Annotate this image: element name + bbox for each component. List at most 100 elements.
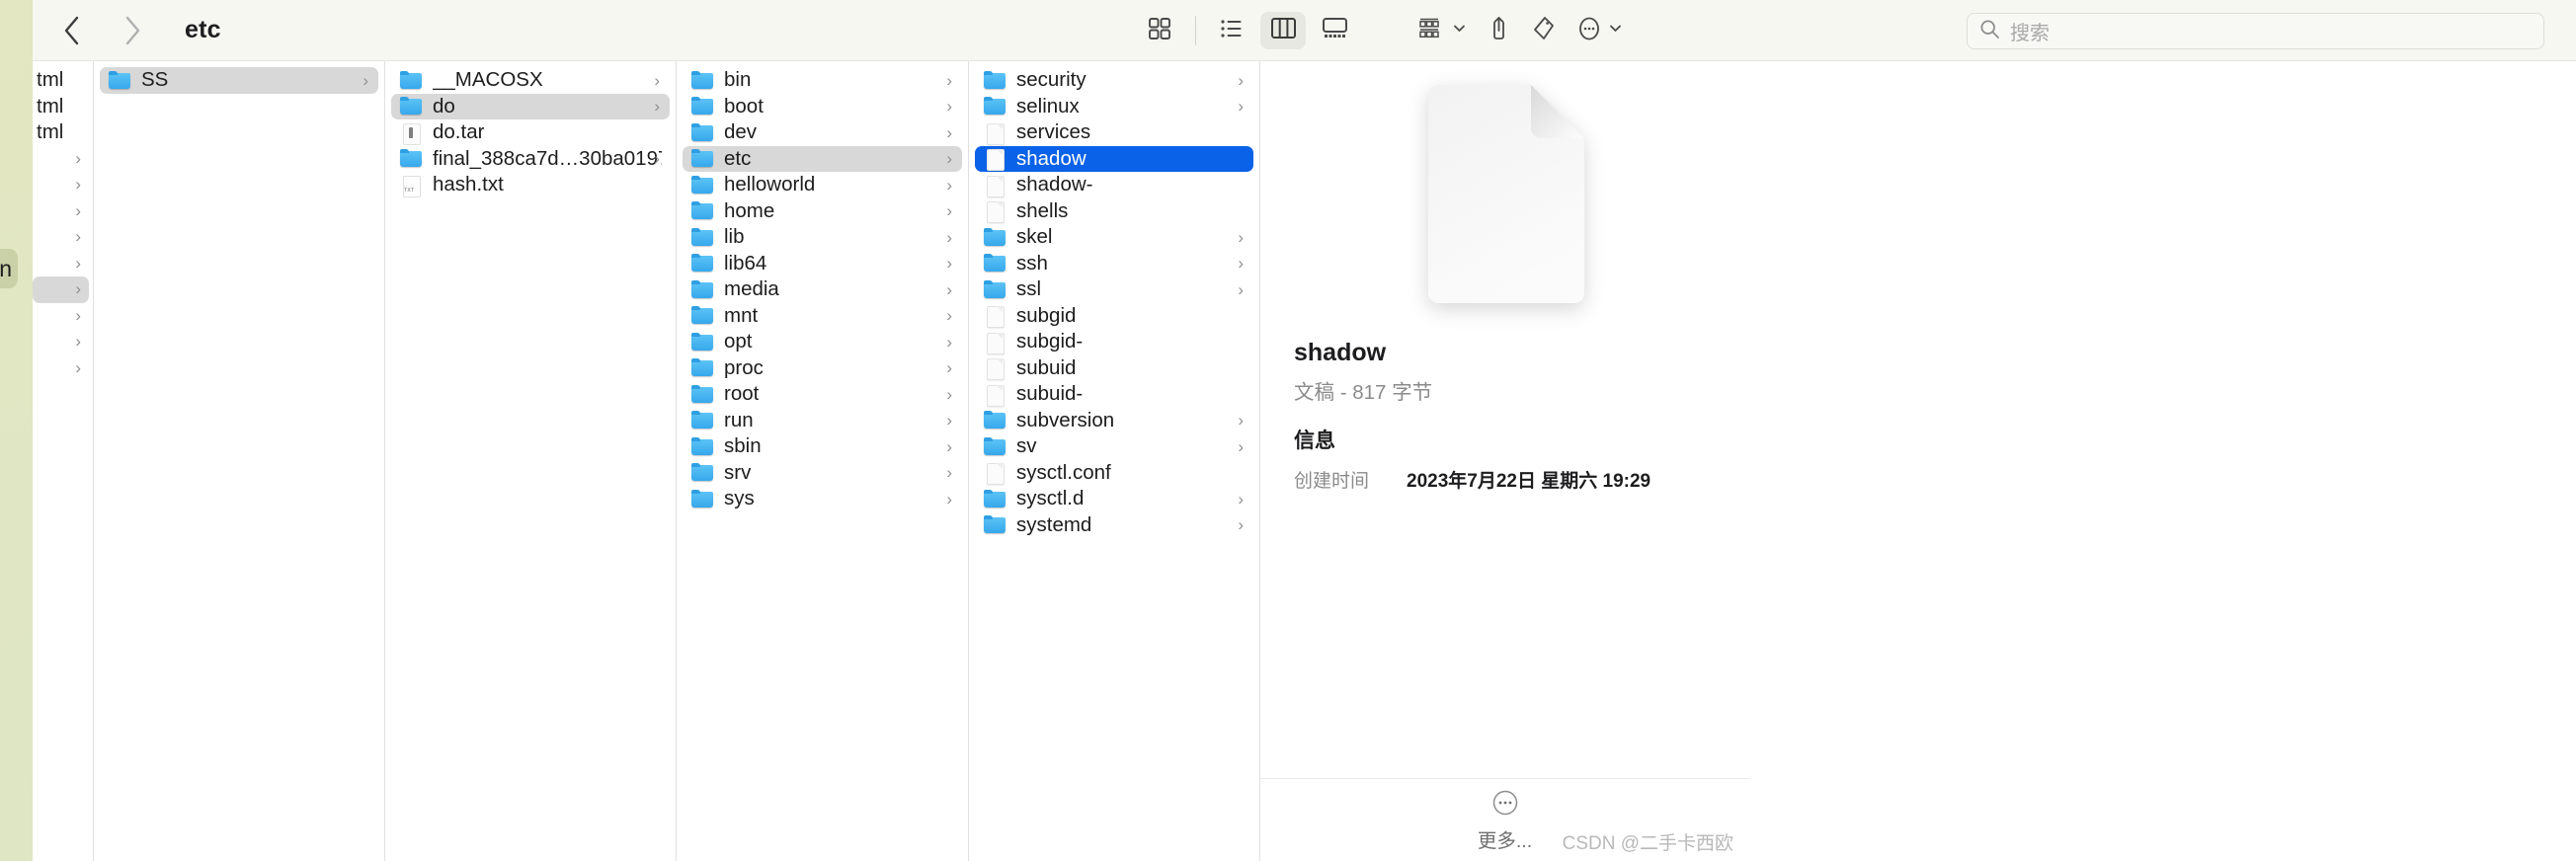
- list-item[interactable]: ›: [33, 146, 89, 173]
- list-item-do-tar[interactable]: do.tar: [391, 119, 670, 146]
- list-item[interactable]: srv ›: [683, 460, 962, 487]
- list-view-button[interactable]: [1209, 12, 1254, 49]
- list-item-selected[interactable]: etc ›: [683, 145, 962, 172]
- preview-kind-size: 文稿 - 817 字节: [1294, 381, 1433, 404]
- column-ss[interactable]: SS ›: [94, 61, 385, 861]
- list-item[interactable]: ›: [33, 355, 89, 382]
- list-item[interactable]: selinux ›: [975, 94, 1253, 120]
- list-item-label: ssh: [1016, 251, 1048, 274]
- list-item[interactable]: sysctl.d ›: [975, 486, 1253, 512]
- list-item[interactable]: systemd ›: [975, 512, 1253, 539]
- watermark: CSDN @二手卡西欧: [1562, 833, 1733, 854]
- chevron-right-icon: ›: [654, 97, 660, 117]
- list-item-label: bin: [724, 68, 752, 92]
- list-item-selected[interactable]: shadow: [975, 145, 1253, 172]
- list-item-label: services: [1016, 120, 1091, 144]
- folder-icon: [691, 97, 714, 116]
- chevron-right-icon: ›: [1238, 227, 1244, 247]
- forward-button[interactable]: [121, 14, 143, 47]
- folder-icon: [984, 515, 1006, 534]
- list-item-label: SS: [141, 68, 169, 92]
- column-partial-left[interactable]: tml tml tml › › › › › › › › ›: [33, 61, 94, 861]
- list-item[interactable]: proc ›: [683, 355, 962, 382]
- chevron-right-icon: ›: [946, 463, 952, 483]
- list-item[interactable]: dev ›: [683, 119, 962, 146]
- list-item[interactable]: lib ›: [683, 224, 962, 251]
- list-item[interactable]: tml: [33, 119, 93, 146]
- list-item[interactable]: shells: [975, 198, 1253, 225]
- list-item[interactable]: ›: [33, 251, 89, 277]
- list-item[interactable]: shadow-: [975, 172, 1253, 198]
- list-item[interactable]: skel ›: [975, 224, 1253, 251]
- icon-view-button[interactable]: [1137, 12, 1182, 49]
- desktop-partial-item[interactable]: n: [0, 249, 18, 288]
- list-item[interactable]: tml: [33, 94, 93, 120]
- list-item-label: etc: [724, 146, 752, 170]
- chevron-right-icon: ›: [1238, 97, 1244, 117]
- list-item[interactable]: sv ›: [975, 433, 1253, 460]
- search-placeholder: 搜索: [2010, 23, 2050, 44]
- list-item[interactable]: run ›: [683, 408, 962, 434]
- list-item[interactable]: ›: [33, 329, 89, 355]
- list-item[interactable]: home ›: [683, 198, 962, 225]
- toolbar-actions: [1410, 0, 1629, 61]
- list-item[interactable]: ›: [33, 303, 89, 330]
- list-item[interactable]: opt ›: [683, 329, 962, 355]
- list-item[interactable]: bin ›: [683, 67, 962, 94]
- chevron-right-icon: ›: [946, 122, 952, 142]
- list-item[interactable]: lib64 ›: [683, 251, 962, 277]
- column-view-button[interactable]: [1260, 12, 1306, 49]
- list-item-selected[interactable]: ›: [33, 276, 89, 303]
- tags-button[interactable]: [1525, 12, 1563, 49]
- list-item[interactable]: sysctl.conf: [975, 460, 1253, 487]
- list-item-hash-txt[interactable]: hash.txt: [391, 172, 670, 198]
- column-ss-contents[interactable]: __MACOSX › do › do.tar final_388ca7d…30b…: [385, 61, 677, 861]
- list-item-label: __MACOSX: [433, 68, 543, 92]
- more-actions-button[interactable]: [1570, 12, 1629, 49]
- list-item[interactable]: ›: [33, 198, 89, 225]
- list-item[interactable]: subuid: [975, 355, 1253, 382]
- list-item-label: lib: [724, 225, 745, 249]
- chevron-right-icon: ›: [75, 279, 81, 299]
- list-item[interactable]: subuid-: [975, 381, 1253, 408]
- list-item[interactable]: security ›: [975, 67, 1253, 94]
- text-document-icon: [400, 175, 423, 197]
- document-icon: [984, 306, 1006, 329]
- list-item[interactable]: boot ›: [683, 94, 962, 120]
- list-item-final-hash[interactable]: final_388ca7d…30ba0197a66 ›: [391, 146, 670, 173]
- chevron-right-icon: ›: [654, 149, 660, 169]
- list-item[interactable]: ›: [33, 224, 89, 251]
- list-item[interactable]: root ›: [683, 381, 962, 408]
- share-button[interactable]: [1481, 12, 1517, 49]
- list-item[interactable]: subversion ›: [975, 408, 1253, 434]
- list-item[interactable]: mnt ›: [683, 303, 962, 330]
- list-item-macosx[interactable]: __MACOSX ›: [391, 67, 670, 94]
- list-item-label: subuid: [1016, 355, 1077, 379]
- search-input[interactable]: 搜索: [1967, 13, 2544, 49]
- column-etc-contents[interactable]: security › selinux › services shadow shadow-sh…: [969, 61, 1260, 861]
- list-item-ss[interactable]: SS ›: [100, 67, 378, 94]
- list-item-label: skel: [1016, 225, 1053, 249]
- chevron-right-icon: ›: [75, 200, 81, 220]
- list-item[interactable]: ssl ›: [975, 276, 1253, 303]
- list-item[interactable]: subgid-: [975, 329, 1253, 355]
- list-item[interactable]: media ›: [683, 276, 962, 303]
- group-by-button[interactable]: [1410, 12, 1473, 49]
- folder-icon: [691, 279, 714, 299]
- gallery-view-button[interactable]: [1312, 12, 1357, 49]
- list-item[interactable]: helloworld ›: [683, 172, 962, 198]
- list-item[interactable]: sbin ›: [683, 433, 962, 460]
- column-do-contents[interactable]: bin › boot › dev › etc › helloworld › home › lib › lib…: [677, 61, 969, 861]
- document-icon: [984, 463, 1006, 486]
- list-item-label: sbin: [724, 434, 762, 458]
- list-item[interactable]: subgid: [975, 303, 1253, 330]
- list-item[interactable]: tml: [33, 67, 93, 94]
- back-button[interactable]: [60, 14, 82, 47]
- list-item[interactable]: ssh ›: [975, 251, 1253, 277]
- folder-icon: [984, 254, 1006, 273]
- list-item[interactable]: services: [975, 119, 1253, 146]
- list-item[interactable]: ›: [33, 172, 89, 198]
- list-item-label: run: [724, 408, 754, 431]
- list-item-do[interactable]: do ›: [391, 93, 670, 119]
- list-item[interactable]: sys ›: [683, 486, 962, 512]
